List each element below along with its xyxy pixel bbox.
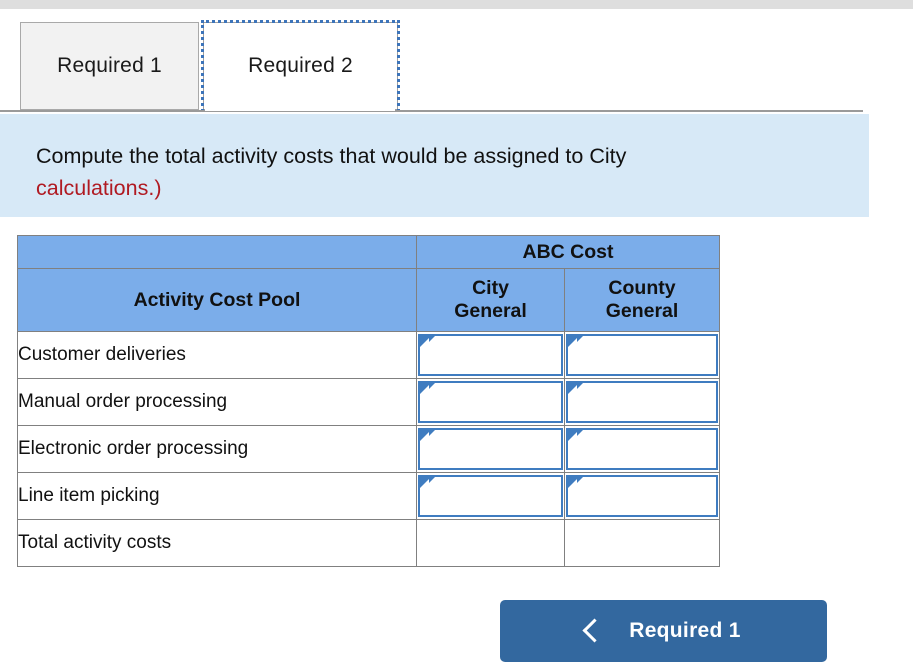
table-row: Manual order processing (17, 378, 720, 426)
header-city-general-line2: General (454, 300, 527, 322)
tab-required-1-label: Required 1 (57, 54, 162, 77)
prev-required-1-button[interactable]: Required 1 (500, 600, 827, 662)
tab-required-2[interactable]: Required 2 (201, 20, 400, 112)
table-row: Customer deliveries (17, 331, 720, 379)
row-label-total-activity-costs: Total activity costs (17, 519, 417, 567)
instruction-line-1: Compute the total activity costs that wo… (36, 144, 627, 168)
cell-flag-tip-icon (429, 383, 435, 389)
cell-flag-tip-icon (429, 477, 435, 483)
header-city-general-line1: City (472, 277, 509, 299)
input-box[interactable] (418, 334, 563, 376)
input-cell-electronic-order-processing-county[interactable] (564, 425, 720, 473)
activity-cost-table: ABC Cost Activity Cost Pool City General… (17, 235, 720, 567)
input-cell-customer-deliveries-county[interactable] (564, 331, 720, 379)
prev-required-1-label: Required 1 (629, 619, 741, 642)
instruction-panel: Compute the total activity costs that wo… (0, 114, 869, 217)
header-city-general: City General (416, 268, 565, 332)
table-row: Electronic order processing (17, 425, 720, 473)
table-header: ABC Cost Activity Cost Pool City General… (17, 235, 720, 332)
input-box[interactable] (566, 475, 718, 517)
input-box[interactable] (566, 334, 718, 376)
cell-flag-tip-icon (577, 336, 583, 342)
row-label-line-item-picking: Line item picking (17, 472, 417, 520)
cell-flag-tip-icon (577, 477, 583, 483)
input-box[interactable] (418, 428, 563, 470)
table-row: Line item picking (17, 472, 720, 520)
tab-underline (0, 110, 863, 112)
input-box[interactable] (566, 381, 718, 423)
row-label-customer-deliveries: Customer deliveries (17, 331, 417, 379)
total-cell-city (416, 519, 565, 567)
cell-flag-tip-icon (577, 383, 583, 389)
input-box[interactable] (566, 428, 718, 470)
input-cell-line-item-picking-city[interactable] (416, 472, 565, 520)
row-label-electronic-order-processing: Electronic order processing (17, 425, 417, 473)
table-body: Customer deliveries Manual order process… (17, 331, 720, 567)
input-cell-customer-deliveries-city[interactable] (416, 331, 565, 379)
tab-required-2-label: Required 2 (248, 54, 353, 77)
header-blank-cell (17, 235, 417, 269)
header-county-general-line1: County (608, 277, 676, 299)
input-box[interactable] (418, 381, 563, 423)
window-top-strip (0, 0, 913, 9)
input-cell-electronic-order-processing-city[interactable] (416, 425, 565, 473)
cell-flag-tip-icon (577, 430, 583, 436)
input-cell-manual-order-processing-city[interactable] (416, 378, 565, 426)
table-row-total: Total activity costs (17, 519, 720, 567)
tab-required-1[interactable]: Required 1 (20, 22, 199, 110)
input-cell-manual-order-processing-county[interactable] (564, 378, 720, 426)
input-box[interactable] (418, 475, 563, 517)
header-county-general: County General (564, 268, 720, 332)
active-tab-notch (205, 108, 395, 111)
header-abc-cost: ABC Cost (416, 235, 720, 269)
total-cell-county (564, 519, 720, 567)
input-cell-line-item-picking-county[interactable] (564, 472, 720, 520)
header-activity-cost-pool: Activity Cost Pool (17, 268, 417, 332)
header-county-general-line2: General (605, 300, 679, 322)
table-header-row-sub: Activity Cost Pool City General County G… (17, 268, 720, 332)
tab-strip: Required 1 Required 2 (0, 20, 913, 114)
instruction-line-2: calculations.) (36, 176, 162, 200)
row-label-manual-order-processing: Manual order processing (17, 378, 417, 426)
cell-flag-tip-icon (429, 430, 435, 436)
table-header-row-group: ABC Cost (17, 235, 720, 269)
cell-flag-tip-icon (429, 336, 435, 342)
chevron-left-icon (582, 618, 607, 643)
